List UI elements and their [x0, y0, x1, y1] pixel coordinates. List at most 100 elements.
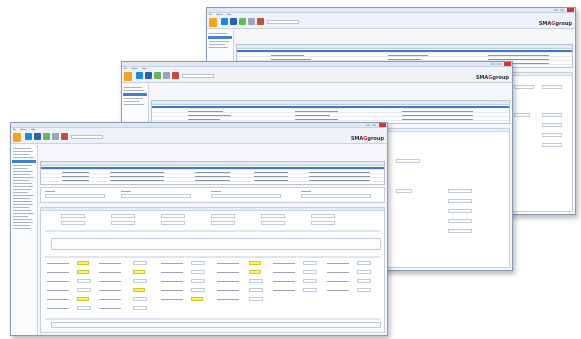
close-button[interactable] [379, 123, 386, 127]
summary-field[interactable] [121, 194, 191, 198]
form-field[interactable] [191, 279, 205, 283]
form-field[interactable] [161, 214, 185, 218]
form-field[interactable] [311, 221, 335, 225]
minimize-button[interactable] [366, 124, 370, 126]
form-field[interactable] [261, 221, 285, 225]
highlighted-field[interactable] [249, 261, 261, 265]
detail-field[interactable] [542, 85, 562, 89]
home-icon[interactable] [124, 72, 132, 81]
detail-field[interactable] [448, 229, 472, 233]
form-field[interactable] [133, 306, 147, 310]
form-field[interactable] [261, 214, 285, 218]
maximize-button[interactable] [497, 63, 501, 65]
search-input[interactable] [267, 20, 299, 24]
detail-field[interactable] [396, 189, 412, 193]
form-field[interactable] [161, 221, 185, 225]
table-row[interactable] [152, 114, 509, 117]
form-field[interactable] [191, 261, 205, 265]
form-field[interactable] [111, 214, 135, 218]
save-icon[interactable] [25, 133, 32, 140]
form-field[interactable] [249, 297, 263, 301]
form-field[interactable] [133, 279, 147, 283]
table-row[interactable] [237, 50, 572, 53]
notes-area[interactable] [51, 238, 381, 250]
maximize-button[interactable] [372, 124, 376, 126]
highlighted-field[interactable] [133, 288, 145, 292]
menu-file[interactable]: File [124, 68, 127, 70]
print-icon[interactable] [239, 18, 246, 25]
form-field[interactable] [303, 288, 317, 292]
settings-icon[interactable] [52, 133, 59, 140]
detail-field[interactable] [396, 159, 420, 163]
table-row[interactable] [152, 118, 509, 121]
menu-file[interactable]: File [209, 14, 212, 16]
detail-field[interactable] [542, 113, 562, 117]
menu-file[interactable]: File [13, 129, 16, 131]
table-row[interactable] [41, 171, 384, 174]
print-icon[interactable] [43, 133, 50, 140]
close-button[interactable] [567, 8, 574, 12]
form-field[interactable] [357, 288, 371, 292]
form-field[interactable] [357, 279, 371, 283]
form-field[interactable] [211, 221, 235, 225]
sidebar-item-selected[interactable] [12, 160, 36, 163]
minimize-button[interactable] [554, 9, 558, 11]
menu-options[interactable]: Options [131, 68, 138, 70]
menu-options[interactable]: Options [216, 14, 223, 16]
summary-field[interactable] [301, 194, 371, 198]
form-field[interactable] [133, 297, 147, 301]
summary-field[interactable] [211, 194, 281, 198]
sidebar-item-selected[interactable] [208, 36, 232, 39]
form-field[interactable] [303, 279, 317, 283]
form-field[interactable] [77, 288, 91, 292]
close-doc-icon[interactable] [61, 133, 68, 140]
form-field[interactable] [77, 279, 91, 283]
minimize-button[interactable] [491, 63, 495, 65]
form-field[interactable] [311, 214, 335, 218]
bottom-field[interactable] [51, 322, 381, 328]
detail-field[interactable] [448, 199, 472, 203]
save-icon[interactable] [136, 72, 143, 79]
highlighted-field[interactable] [77, 261, 89, 265]
sidebar-item-selected[interactable] [123, 93, 147, 96]
form-field[interactable] [111, 221, 135, 225]
search-input[interactable] [182, 74, 214, 78]
menu-options[interactable]: Options [20, 129, 27, 131]
close-doc-icon[interactable] [172, 72, 179, 79]
menu-help[interactable]: Help [142, 68, 146, 70]
table-row[interactable] [41, 167, 384, 170]
menu-help[interactable]: Help [31, 129, 35, 131]
highlighted-field[interactable] [191, 297, 203, 301]
home-icon[interactable] [209, 18, 217, 27]
form-field[interactable] [249, 288, 263, 292]
form-field[interactable] [211, 214, 235, 218]
menu-help[interactable]: Help [227, 14, 231, 16]
maximize-button[interactable] [560, 9, 564, 11]
highlighted-field[interactable] [133, 270, 145, 274]
detail-field[interactable] [514, 113, 530, 117]
search-input[interactable] [71, 135, 103, 139]
home-icon[interactable] [13, 133, 21, 142]
save-as-icon[interactable] [145, 72, 152, 79]
save-as-icon[interactable] [230, 18, 237, 25]
form-field[interactable] [61, 214, 85, 218]
table-row[interactable] [152, 106, 509, 109]
form-field[interactable] [77, 306, 91, 310]
detail-field[interactable] [542, 123, 562, 127]
summary-field[interactable] [45, 194, 105, 198]
detail-field[interactable] [448, 219, 472, 223]
form-field[interactable] [249, 279, 263, 283]
form-field[interactable] [303, 270, 317, 274]
table-row[interactable] [41, 175, 384, 178]
form-field[interactable] [191, 288, 205, 292]
highlighted-field[interactable] [249, 270, 261, 274]
form-field[interactable] [303, 261, 317, 265]
detail-field[interactable] [448, 189, 472, 193]
close-doc-icon[interactable] [257, 18, 264, 25]
save-as-icon[interactable] [34, 133, 41, 140]
form-field[interactable] [191, 270, 205, 274]
form-field[interactable] [133, 261, 147, 265]
form-field[interactable] [357, 270, 371, 274]
print-icon[interactable] [154, 72, 161, 79]
highlighted-field[interactable] [77, 297, 89, 301]
